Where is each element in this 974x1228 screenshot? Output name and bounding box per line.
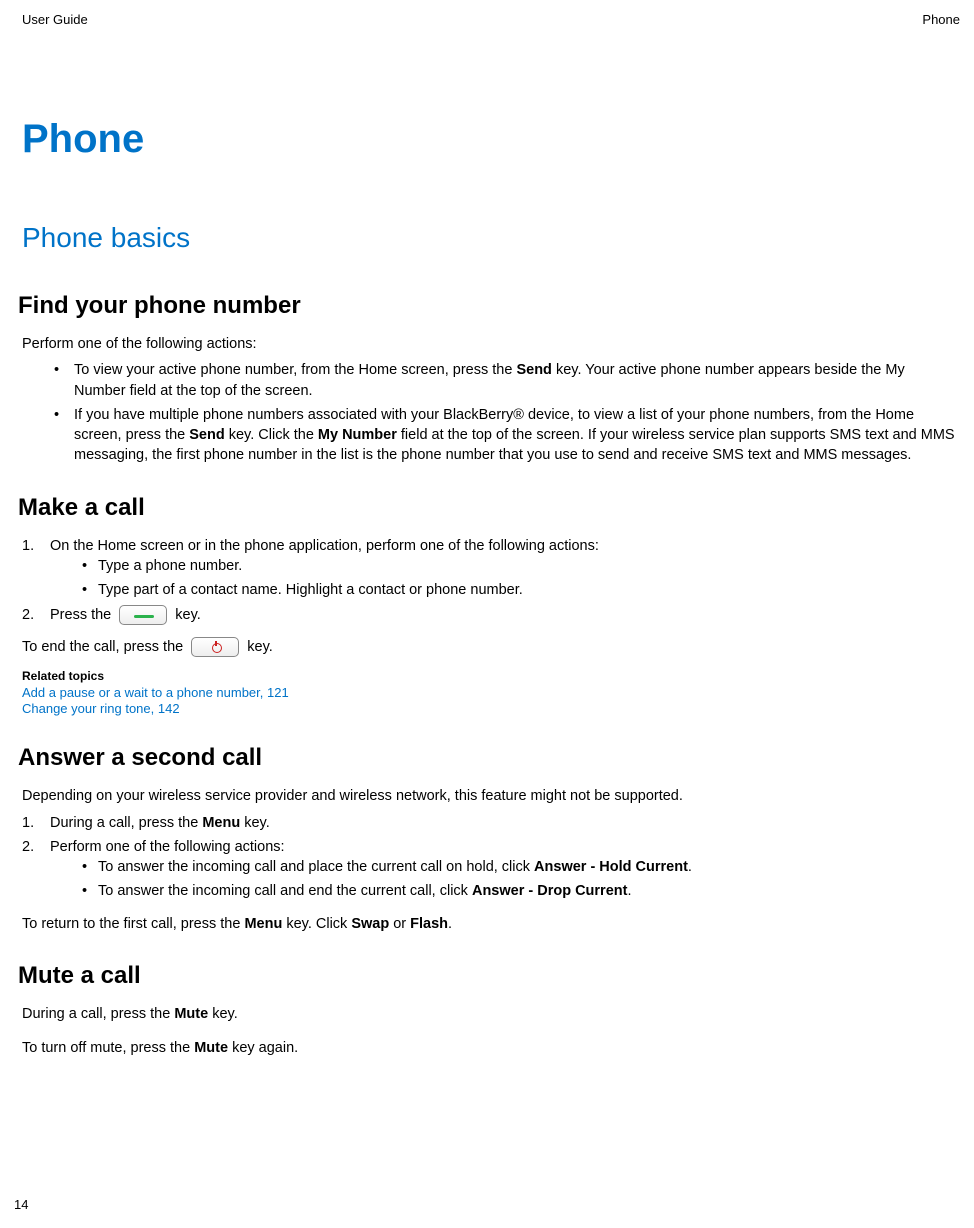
list-item: To answer the incoming call and end the … bbox=[78, 881, 960, 901]
find-number-intro: Perform one of the following actions: bbox=[22, 334, 960, 354]
text-fragment: . bbox=[448, 916, 452, 932]
list-item: 1. During a call, press the Menu key. bbox=[22, 813, 960, 833]
end-key-icon bbox=[191, 637, 239, 657]
list-item: 1. On the Home screen or in the phone ap… bbox=[22, 536, 960, 601]
header-right: Phone bbox=[922, 12, 960, 27]
step-number: 2. bbox=[22, 605, 34, 625]
text-fragment: To end the call, press the bbox=[22, 639, 187, 655]
list-item: Type a phone number. bbox=[78, 556, 960, 576]
bold-text: Swap bbox=[351, 916, 389, 932]
text-fragment: During a call, press the bbox=[22, 1006, 174, 1022]
bold-text: Send bbox=[516, 362, 551, 378]
text-fragment: key. Click the bbox=[225, 427, 318, 443]
list-item: To answer the incoming call and place th… bbox=[78, 857, 960, 877]
text-fragment: During a call, press the bbox=[50, 815, 202, 831]
text-fragment: . bbox=[627, 883, 631, 899]
bold-text: Mute bbox=[174, 1006, 208, 1022]
return-call-text: To return to the first call, press the M… bbox=[22, 914, 960, 934]
find-number-section: Find your phone number Perform one of th… bbox=[22, 292, 960, 466]
make-call-section: Make a call 1. On the Home screen or in … bbox=[22, 494, 960, 716]
bold-text: My Number bbox=[318, 427, 397, 443]
end-call-text: To end the call, press the key. bbox=[22, 637, 960, 657]
header-left: User Guide bbox=[22, 12, 88, 27]
step-number: 1. bbox=[22, 536, 34, 556]
text-fragment: Press the bbox=[50, 607, 115, 623]
text-fragment: key. Click bbox=[282, 916, 351, 932]
section-title: Phone basics bbox=[22, 222, 960, 254]
related-topics-label: Related topics bbox=[22, 669, 960, 683]
text-fragment: . bbox=[688, 859, 692, 875]
text-fragment: To answer the incoming call and end the … bbox=[98, 883, 472, 899]
bold-text: Answer - Hold Current bbox=[534, 859, 688, 875]
step-number: 2. bbox=[22, 837, 34, 857]
find-number-list: To view your active phone number, from t… bbox=[22, 360, 960, 465]
bold-text: Mute bbox=[194, 1040, 228, 1056]
answer-section: Answer a second call Depending on your w… bbox=[22, 744, 960, 934]
text-fragment: To answer the incoming call and place th… bbox=[98, 859, 534, 875]
related-link[interactable]: Change your ring tone, 142 bbox=[22, 701, 960, 716]
sub-list: To answer the incoming call and place th… bbox=[50, 857, 960, 902]
step-number: 1. bbox=[22, 813, 34, 833]
text-fragment: Perform one of the following actions: bbox=[50, 839, 285, 855]
bold-text: Menu bbox=[244, 916, 282, 932]
text-fragment: key. bbox=[171, 607, 201, 623]
text-fragment: key again. bbox=[228, 1040, 298, 1056]
text-fragment: To view your active phone number, from t… bbox=[74, 362, 516, 378]
mute-heading: Mute a call bbox=[18, 962, 960, 990]
list-item: To view your active phone number, from t… bbox=[46, 360, 960, 401]
list-item: 2. Press the key. bbox=[22, 605, 960, 625]
page-header: User Guide Phone bbox=[22, 12, 960, 27]
text-fragment: key. bbox=[208, 1006, 238, 1022]
list-item: Type part of a contact name. Highlight a… bbox=[78, 580, 960, 600]
list-item: 2. Perform one of the following actions:… bbox=[22, 837, 960, 902]
send-key-icon bbox=[119, 605, 167, 625]
bold-text: Send bbox=[189, 427, 224, 443]
bold-text: Menu bbox=[202, 815, 240, 831]
text-fragment: key. bbox=[243, 639, 273, 655]
answer-steps: 1. During a call, press the Menu key. 2.… bbox=[22, 813, 960, 902]
mute-section: Mute a call During a call, press the Mut… bbox=[22, 962, 960, 1059]
bold-text: Answer - Drop Current bbox=[472, 883, 628, 899]
answer-intro: Depending on your wireless service provi… bbox=[22, 786, 960, 806]
text-fragment: To return to the first call, press the bbox=[22, 916, 244, 932]
answer-heading: Answer a second call bbox=[18, 744, 960, 772]
text-fragment: To turn off mute, press the bbox=[22, 1040, 194, 1056]
text-fragment: On the Home screen or in the phone appli… bbox=[50, 538, 599, 554]
find-number-heading: Find your phone number bbox=[18, 292, 960, 320]
make-call-steps: 1. On the Home screen or in the phone ap… bbox=[22, 536, 960, 625]
page-number: 14 bbox=[14, 1197, 28, 1212]
page-title: Phone bbox=[22, 117, 960, 162]
mute-p2: To turn off mute, press the Mute key aga… bbox=[22, 1038, 960, 1058]
bold-text: Flash bbox=[410, 916, 448, 932]
related-link[interactable]: Add a pause or a wait to a phone number,… bbox=[22, 685, 960, 700]
list-item: If you have multiple phone numbers assoc… bbox=[46, 405, 960, 466]
make-call-heading: Make a call bbox=[18, 494, 960, 522]
mute-p1: During a call, press the Mute key. bbox=[22, 1004, 960, 1024]
sub-list: Type a phone number. Type part of a cont… bbox=[50, 556, 960, 601]
text-fragment: or bbox=[389, 916, 410, 932]
text-fragment: key. bbox=[240, 815, 270, 831]
